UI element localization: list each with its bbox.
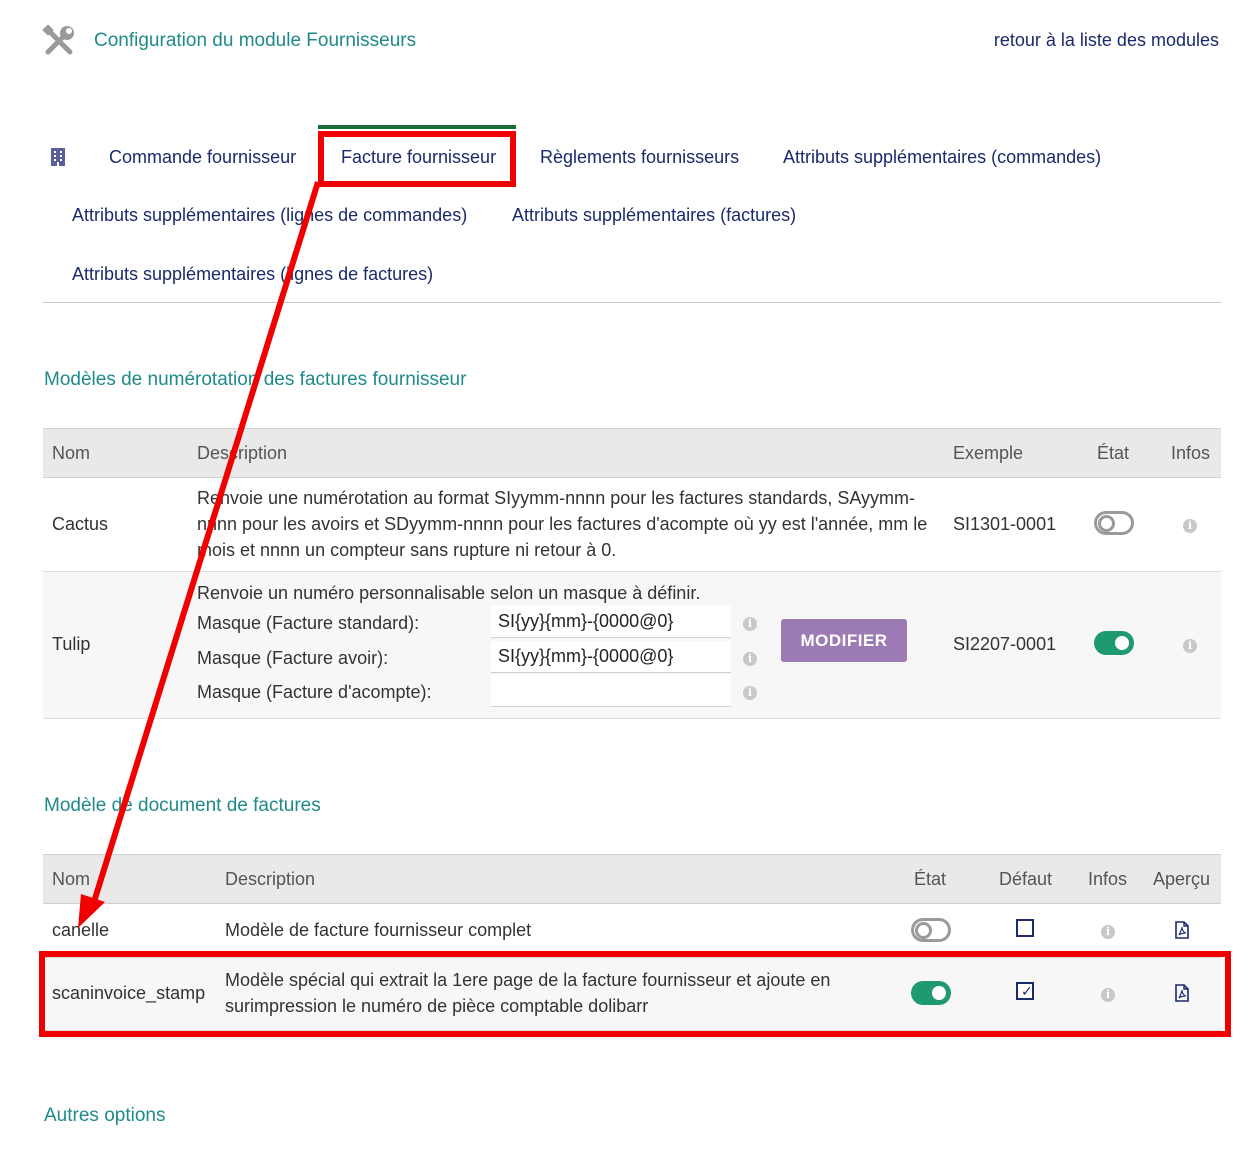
annotation-arrow bbox=[78, 181, 321, 928]
